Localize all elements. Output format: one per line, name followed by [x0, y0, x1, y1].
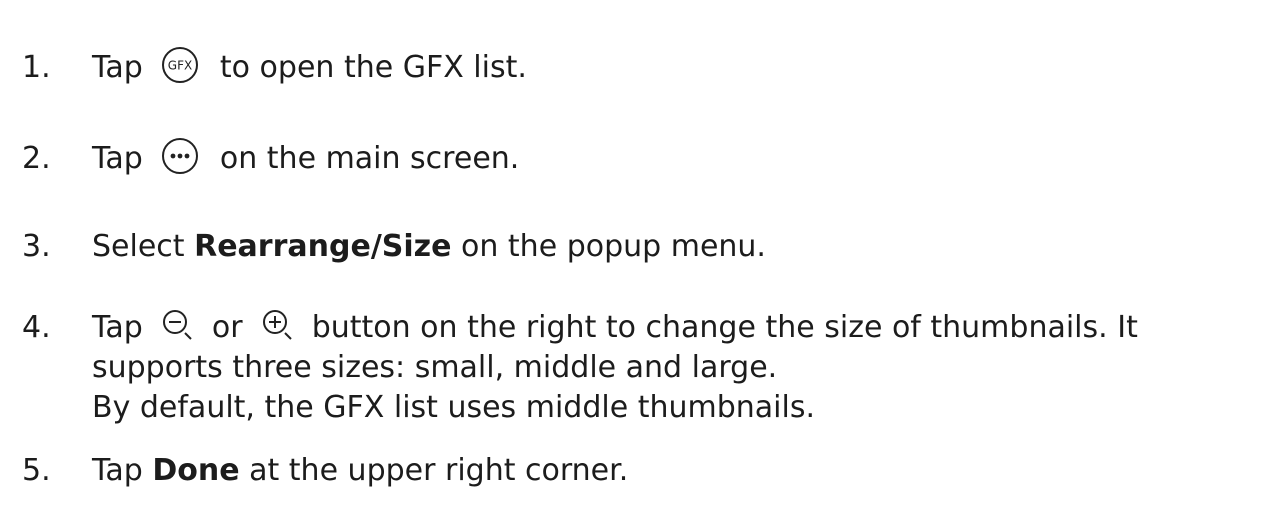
step-text: Tap Done at the upper right corner.	[92, 453, 629, 488]
step-number: 3.	[22, 229, 51, 264]
zoom-in-icon	[260, 307, 296, 343]
zoom-out-icon	[160, 307, 196, 343]
step-text: Tap on the main screen.	[92, 136, 519, 180]
step-number: 5.	[22, 453, 51, 488]
step-number: 2.	[22, 141, 51, 176]
step-text: Select Rearrange/Size on the popup menu.	[92, 229, 766, 264]
menu-item-name: Rearrange/Size	[194, 229, 452, 264]
more-dots-circle-icon	[160, 136, 200, 176]
step-number: 4.	[22, 310, 51, 345]
step-text: Tap GFX to open the GFX list.	[92, 45, 527, 89]
button-name: Done	[152, 453, 240, 488]
gfx-circle-icon: GFX	[160, 45, 200, 85]
step-number: 1.	[22, 50, 51, 85]
step-text: Tap or button on the right to change the…	[92, 308, 1138, 428]
svg-text:GFX: GFX	[168, 58, 192, 72]
